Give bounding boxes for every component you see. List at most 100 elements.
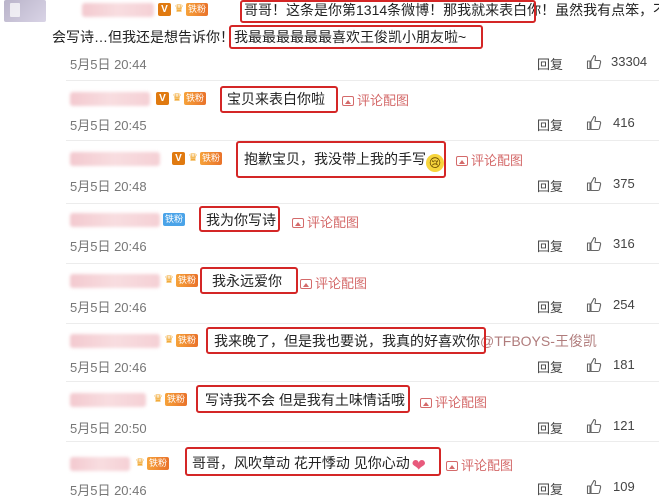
- like-count: 181: [613, 357, 635, 372]
- reply-button[interactable]: 回复: [537, 418, 563, 437]
- image-icon: [446, 461, 458, 471]
- highlight-box: [196, 385, 410, 413]
- comment-picture-link[interactable]: 评论配图: [456, 150, 523, 169]
- divider: [66, 80, 659, 81]
- like-count: 254: [613, 297, 635, 312]
- reply-button[interactable]: 回复: [537, 479, 563, 498]
- thumbs-up-icon[interactable]: [586, 357, 602, 373]
- timestamp: 5月5日 20:46: [70, 483, 147, 498]
- pic-link-label: 评论配图: [471, 153, 524, 168]
- comment-picture-link[interactable]: 评论配图: [342, 90, 409, 109]
- image-icon: [292, 218, 304, 228]
- weibo-comment-thread: V ♛ 铁粉 哥哥！这条是你第1314条微博！那我就来表白你！虽然我有点笨，不 …: [0, 0, 659, 500]
- comment-item: ♛ 铁粉 我永远爱你 评论配图 5月5日 20:46 回复 254: [0, 263, 659, 321]
- crown-icon: ♛: [135, 457, 145, 469]
- fan-badge: 铁粉: [165, 393, 188, 406]
- reply-button[interactable]: 回复: [537, 176, 563, 195]
- fan-badge: 铁粉: [176, 274, 199, 287]
- crown-icon: ♛: [153, 393, 163, 405]
- thumbs-up-icon[interactable]: [586, 176, 602, 192]
- username-blurred[interactable]: [70, 457, 130, 471]
- divider: [66, 263, 659, 264]
- fan-badge: 铁粉: [184, 92, 207, 105]
- thumbs-up-icon[interactable]: [586, 54, 602, 70]
- username-blurred[interactable]: [70, 152, 160, 166]
- v-badge-icon: V: [158, 3, 171, 16]
- divider: [66, 381, 659, 382]
- divider: [66, 441, 659, 442]
- highlight-box: [236, 141, 446, 178]
- timestamp: 5月5日 20:45: [70, 118, 147, 133]
- mention-link[interactable]: @TFBOYS-王俊凯: [480, 333, 597, 349]
- highlight-box: [200, 267, 298, 294]
- username-blurred[interactable]: [70, 334, 160, 348]
- reply-button[interactable]: 回复: [537, 297, 563, 316]
- highlight-box: [229, 25, 483, 49]
- timestamp: 5月5日 20:48: [70, 179, 147, 194]
- image-icon: [456, 156, 468, 166]
- thumbs-up-icon[interactable]: [586, 479, 602, 495]
- image-icon: [342, 96, 354, 106]
- thumbs-up-icon[interactable]: [586, 418, 602, 434]
- timestamp: 5月5日 20:46: [70, 300, 147, 315]
- highlight-box: [185, 447, 441, 476]
- username-blurred[interactable]: [70, 92, 150, 106]
- highlight-box: [206, 327, 486, 354]
- v-badge-icon: V: [172, 152, 185, 165]
- timestamp: 5月5日 20:46: [70, 360, 147, 375]
- comment-item: ♛ 铁粉 哥哥，风吹草动 花开悸动 见你心动 ❤ 评论配图 5月5日 20:46 …: [0, 441, 659, 500]
- image-icon: [420, 398, 432, 408]
- comment-item: V ♛ 铁粉 宝贝来表白你啦 评论配图 5月5日 20:45 回复 416: [0, 80, 659, 137]
- fan-badge: 铁粉: [186, 3, 209, 16]
- reply-button[interactable]: 回复: [537, 357, 563, 376]
- comment-item: V ♛ 铁粉 抱歉宝贝，我没带上我的手写 😢 评论配图 5月5日 20:48 回复…: [0, 140, 659, 200]
- like-count: 375: [613, 176, 635, 191]
- thumbs-up-icon[interactable]: [586, 297, 602, 313]
- like-count: 316: [613, 236, 635, 251]
- highlight-box: [240, 0, 536, 23]
- main-comment: V ♛ 铁粉 哥哥！这条是你第1314条微博！那我就来表白你！虽然我有点笨，不 …: [0, 0, 659, 76]
- username-blurred[interactable]: [70, 393, 146, 407]
- timestamp: 5月5日 20:46: [70, 239, 147, 254]
- pic-link-label: 评论配图: [315, 276, 368, 291]
- comment-picture-link[interactable]: 评论配图: [292, 212, 359, 231]
- image-icon: [300, 279, 312, 289]
- comment-picture-link[interactable]: 评论配图: [300, 273, 367, 292]
- reply-button[interactable]: 回复: [537, 115, 563, 134]
- avatar-image: [10, 3, 20, 17]
- thumbs-up-icon[interactable]: [586, 115, 602, 131]
- reply-button[interactable]: 回复: [537, 236, 563, 255]
- comment-item: 铁粉 我为你写诗 评论配图 5月5日 20:46 回复 316: [0, 203, 659, 261]
- pic-link-label: 评论配图: [435, 395, 488, 410]
- comment-item: ♛ 铁粉 写诗我不会 但是我有土味情话哦 评论配图 5月5日 20:50 回复 …: [0, 381, 659, 439]
- username-blurred[interactable]: [70, 274, 160, 288]
- like-count: 33304: [611, 54, 648, 69]
- timestamp: 5月5日 20:44: [70, 57, 147, 72]
- crown-icon: ♛: [188, 152, 198, 164]
- v-badge-icon: V: [156, 92, 169, 105]
- like-count: 416: [613, 115, 635, 130]
- fan-badge: 铁粉: [176, 334, 199, 347]
- avatar[interactable]: [4, 0, 46, 22]
- comment-item: ♛ 铁粉 我来晚了，但是我也要说，我真的好喜欢你@TFBOYS-王俊凯 5月5日…: [0, 323, 659, 379]
- highlight-box: [199, 206, 280, 232]
- pic-link-label: 评论配图: [357, 93, 410, 108]
- username-blurred[interactable]: [70, 213, 160, 227]
- thumbs-up-icon[interactable]: [586, 236, 602, 252]
- crown-icon: ♛: [172, 92, 182, 104]
- crown-icon: ♛: [164, 334, 174, 346]
- username-blurred[interactable]: [82, 3, 154, 17]
- divider: [66, 203, 659, 204]
- divider: [66, 323, 659, 324]
- highlight-box: [220, 86, 338, 113]
- like-count: 121: [613, 418, 635, 433]
- comment-picture-link[interactable]: 评论配图: [446, 455, 513, 474]
- like-count: 109: [613, 479, 635, 494]
- reply-button[interactable]: 回复: [537, 54, 563, 73]
- crown-icon: ♛: [174, 3, 184, 15]
- pic-link-label: 评论配图: [461, 458, 514, 473]
- fan-badge: 铁粉: [200, 152, 223, 165]
- comment-picture-link[interactable]: 评论配图: [420, 392, 487, 411]
- fan-badge: 铁粉: [147, 457, 170, 470]
- pic-link-label: 评论配图: [307, 215, 360, 230]
